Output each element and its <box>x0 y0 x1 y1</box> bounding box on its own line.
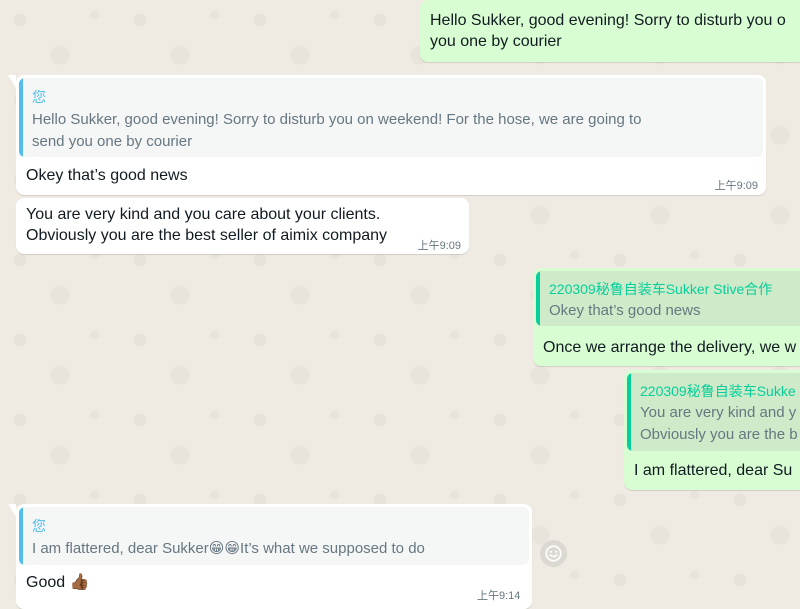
message-time: 上午9:09 <box>714 180 758 192</box>
quote-author: 220309秘鲁自装车Sukker Stive合作 <box>549 281 773 297</box>
quote-text: send you one by courier <box>32 133 193 150</box>
message-text: Obviously you are the best seller of aim… <box>26 227 388 244</box>
thumbs-up-emoji: 👍🏾 <box>69 574 90 591</box>
message-incoming[interactable]: You are very kind and you care about you… <box>16 198 469 254</box>
message-outgoing[interactable]: Hello Sukker, good evening! Sorry to dis… <box>420 0 800 62</box>
message-text: you one by courier <box>430 33 562 50</box>
quote-author: 您 <box>32 89 46 105</box>
reaction-button[interactable] <box>540 540 567 567</box>
message-incoming[interactable]: 您 Hello Sukker, good evening! Sorry to d… <box>8 75 766 195</box>
grin-emoji: 😁😁 <box>208 540 241 557</box>
quote-text: Obviously you are the b <box>640 426 798 443</box>
quoted-message[interactable]: 您 Hello Sukker, good evening! Sorry to d… <box>19 78 763 157</box>
message-text: I am flattered, dear Su <box>634 462 793 479</box>
quote-author: 220309秘鲁自装车Sukke <box>640 383 796 399</box>
message-text: Good 👍🏾 <box>26 572 90 593</box>
message-text: Hello Sukker, good evening! Sorry to dis… <box>430 12 786 29</box>
quoted-message[interactable]: 220309秘鲁自装车Sukker Stive合作 Okey that’s go… <box>536 271 800 326</box>
message-time: 上午9:14 <box>477 590 521 602</box>
smiley-icon <box>545 545 562 562</box>
quote-bar <box>627 373 631 451</box>
quote-text: You are very kind and y <box>640 404 797 421</box>
quote-author: 您 <box>32 518 46 534</box>
quote-text: Hello Sukker, good evening! Sorry to dis… <box>32 111 642 128</box>
quote-text-part: I am flattered, dear Sukker <box>32 540 209 557</box>
quote-text-part: It’s what we supposed to do <box>240 540 425 557</box>
message-outgoing[interactable]: 220309秘鲁自装车Sukke You are very kind and y… <box>624 370 800 490</box>
quote-bar <box>19 507 23 565</box>
message-text: Okey that’s good news <box>26 167 188 184</box>
quote-bar <box>536 271 540 326</box>
quoted-message[interactable]: 您 I am flattered, dear Sukker😁😁It’s what… <box>19 507 529 565</box>
quote-text: Okey that’s good news <box>549 302 701 319</box>
quoted-message[interactable]: 220309秘鲁自装车Sukke You are very kind and y… <box>627 373 800 451</box>
quote-bar <box>19 78 23 157</box>
quote-text: I am flattered, dear Sukker😁😁It’s what w… <box>32 538 425 560</box>
message-text: Once we arrange the delivery, we w <box>543 339 797 356</box>
message-incoming[interactable]: 您 I am flattered, dear Sukker😁😁It’s what… <box>8 504 532 609</box>
message-outgoing[interactable]: 220309秘鲁自装车Sukker Stive合作 Okey that’s go… <box>533 268 800 366</box>
message-text-part: Good <box>26 574 66 591</box>
message-time: 上午9:09 <box>417 240 461 252</box>
message-text: You are very kind and you care about you… <box>26 206 381 223</box>
